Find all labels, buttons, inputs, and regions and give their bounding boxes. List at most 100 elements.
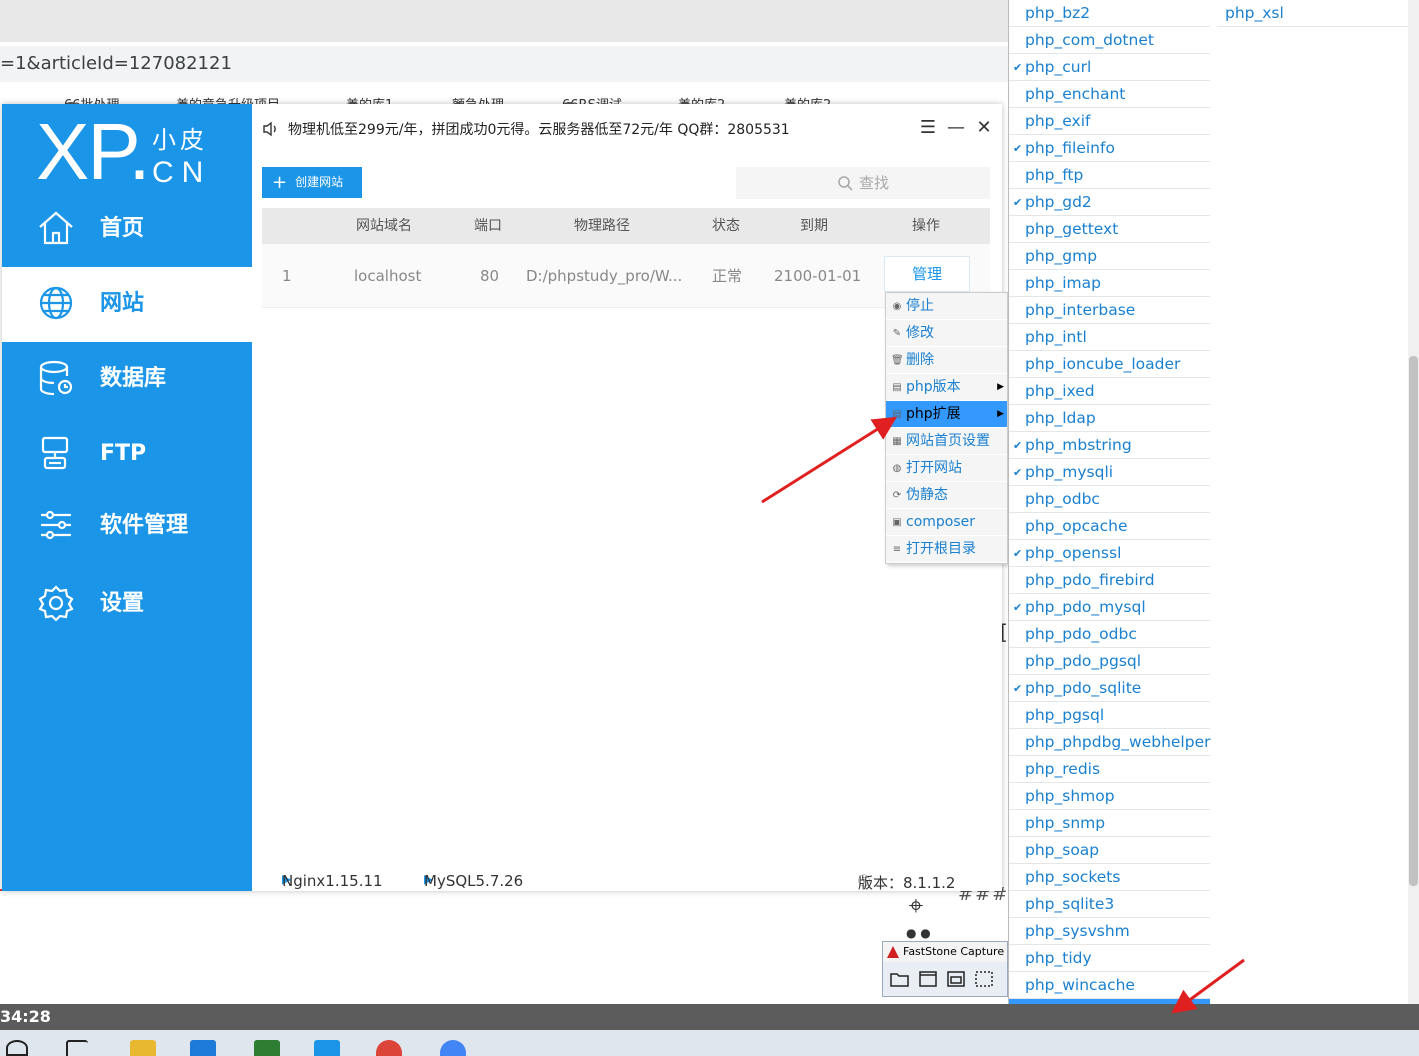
context-menu-item[interactable]: ≡ 打开根目录 <box>886 536 1007 563</box>
nav-websites[interactable]: 网站 <box>2 267 252 342</box>
context-menu-label: 打开根目录 <box>906 541 976 557</box>
capture-object-icon[interactable] <box>945 968 967 990</box>
browser-tab-strip <box>0 0 1008 42</box>
search-input[interactable]: 查找 <box>736 167 990 199</box>
extension-item[interactable]: ✔ php_openssl <box>1009 540 1210 567</box>
create-website-button[interactable]: + 创建网站 <box>262 167 362 198</box>
extension-item[interactable]: php_gettext <box>1009 216 1210 243</box>
extension-label: php_snmp <box>1025 814 1106 832</box>
extension-item[interactable]: php_pdo_firebird <box>1009 567 1210 594</box>
extension-item[interactable]: php_ftp <box>1009 162 1210 189</box>
extension-item[interactable]: php_gmp <box>1009 243 1210 270</box>
context-menu-label: 停止 <box>906 298 934 314</box>
extension-item[interactable]: php_imap <box>1009 270 1210 297</box>
extension-item[interactable]: php_tidy <box>1009 945 1210 972</box>
create-website-label: 创建网站 <box>295 175 344 189</box>
extension-item[interactable]: php_intl <box>1009 324 1210 351</box>
context-menu-item[interactable]: ✎ 修改 <box>886 320 1007 347</box>
extension-item[interactable]: php_ioncube_loader <box>1009 351 1210 378</box>
context-menu-item[interactable]: ◉ 停止 <box>886 293 1007 320</box>
trash-icon: 🗑 <box>891 355 904 366</box>
extension-item[interactable]: php_xsl <box>1217 0 1409 27</box>
context-menu-item[interactable]: ▤ php版本 ▶ <box>886 374 1007 401</box>
app-icon[interactable] <box>254 1040 280 1056</box>
extension-item[interactable]: php_pdo_pgsql <box>1009 648 1210 675</box>
extension-item[interactable]: php_pdo_odbc <box>1009 621 1210 648</box>
extension-item[interactable]: php_soap <box>1009 837 1210 864</box>
extension-item[interactable]: php_com_dotnet <box>1009 27 1210 54</box>
extension-item[interactable]: php_phpdbg_webhelper <box>1009 729 1211 756</box>
extension-item[interactable]: php_ixed <box>1009 378 1210 405</box>
extension-item[interactable]: ✔ php_mbstring <box>1009 432 1210 459</box>
extension-item[interactable]: php_exif <box>1009 108 1210 135</box>
scrollbar-thumb[interactable] <box>1409 356 1418 886</box>
extension-item[interactable]: php_opcache <box>1009 513 1210 540</box>
extension-item[interactable]: ✔ php_mysqli <box>1009 459 1210 486</box>
extension-item[interactable]: php_sysvshm <box>1009 918 1210 945</box>
context-menu-item[interactable]: ▣ composer <box>886 509 1007 536</box>
ftp-icon <box>41 436 69 470</box>
nav-software[interactable]: 软件管理 <box>2 489 252 564</box>
extension-item[interactable]: ✔ php_gd2 <box>1009 189 1210 216</box>
faststone-title-text: FastStone Capture <box>903 945 1005 958</box>
extension-item[interactable]: ✔ php_curl <box>1009 54 1210 81</box>
extension-item[interactable]: php_sockets <box>1009 864 1210 891</box>
close-button[interactable]: ✕ <box>974 116 994 140</box>
open-folder-icon[interactable] <box>889 968 911 990</box>
extension-item[interactable]: ✔ php_fileinfo <box>1009 135 1210 162</box>
extension-label: php_ixed <box>1025 382 1095 400</box>
phpstudy-taskbar-icon[interactable] <box>314 1040 340 1056</box>
mysql-label: MySQL5.7.26 <box>424 872 524 890</box>
file-explorer-icon[interactable] <box>130 1040 156 1056</box>
context-menu-item[interactable]: ◍ 打开网站 <box>886 455 1007 482</box>
nav-home[interactable]: 首页 <box>2 192 252 267</box>
search-icon[interactable] <box>6 1040 28 1056</box>
capture-window-icon[interactable] <box>917 968 939 990</box>
announcement-text[interactable]: 物理机低至299元/年，拼团成功0元得。云服务器低至72元/年 QQ群：2805… <box>288 119 790 139</box>
extension-item[interactable]: php_wincache <box>1009 972 1210 999</box>
table-row[interactable]: 1 localhost 80 D:/phpstudy_pro/W... 正常 2… <box>262 244 990 308</box>
minimize-button[interactable]: — <box>946 116 966 140</box>
checkmark-icon: ✔ <box>1013 466 1023 479</box>
header-path: 物理路径 <box>574 218 630 234</box>
header-status: 状态 <box>712 218 740 234</box>
context-menu-item[interactable]: 🗑 删除 <box>886 347 1007 374</box>
menu-icon[interactable]: ☰ <box>918 116 938 140</box>
context-menu-item[interactable]: ▤ php扩展 ▶ <box>886 401 1007 428</box>
context-menu-item[interactable]: ⟳ 伪静态 <box>886 482 1007 509</box>
extension-item[interactable]: php_sqlite3 <box>1009 891 1210 918</box>
mail-icon[interactable] <box>190 1040 216 1056</box>
extension-label: php_ldap <box>1025 409 1096 427</box>
nav-database[interactable]: 数据库 <box>2 342 252 417</box>
extension-item[interactable]: php_redis <box>1009 756 1210 783</box>
manage-button[interactable]: 管理 <box>884 256 970 292</box>
extension-item[interactable]: php_snmp <box>1009 810 1210 837</box>
version-label: 版本：8.1.1.2 <box>858 874 956 892</box>
extension-item[interactable]: php_interbase <box>1009 297 1210 324</box>
extension-label: php_tidy <box>1025 949 1092 967</box>
context-menu-label: 网站首页设置 <box>906 433 990 449</box>
extension-item[interactable]: ✔ php_pdo_sqlite <box>1009 675 1210 702</box>
extension-label: php_fileinfo <box>1025 139 1115 157</box>
extension-item[interactable]: php_bz2 <box>1009 0 1210 27</box>
extension-item[interactable]: ✔ php_pdo_mysql <box>1009 594 1210 621</box>
context-menu-label: composer <box>906 514 976 530</box>
row-path: D:/phpstudy_pro/W... <box>526 267 683 285</box>
nav-settings[interactable]: 设置 <box>2 567 252 642</box>
submenu-arrow-icon: ▶ <box>997 409 1004 419</box>
status-footer: ▶ Nginx1.15.11 ▶ MySQL5.7.26 ⓘ 版本：8.1.1.2 <box>252 844 1002 892</box>
extension-item[interactable]: php_enchant <box>1009 81 1210 108</box>
extension-item[interactable]: php_shmop <box>1009 783 1210 810</box>
context-menu-label: 修改 <box>906 325 934 341</box>
extension-item[interactable]: php_ldap <box>1009 405 1210 432</box>
extension-item[interactable]: php_pgsql <box>1009 702 1210 729</box>
search-placeholder: 查找 <box>858 174 889 192</box>
task-view-icon[interactable] <box>66 1040 88 1056</box>
context-menu-item[interactable]: ▦ 网站首页设置 <box>886 428 1007 455</box>
nav-ftp[interactable]: FTP <box>2 417 252 492</box>
extension-item[interactable]: php_odbc <box>1009 486 1210 513</box>
target-icon[interactable]: ⌖ <box>902 892 930 920</box>
browser-address-bar[interactable]: =1&articleId=127082121 <box>0 46 1008 82</box>
nav-websites-label: 网站 <box>100 291 145 316</box>
capture-region-icon[interactable] <box>973 968 995 990</box>
